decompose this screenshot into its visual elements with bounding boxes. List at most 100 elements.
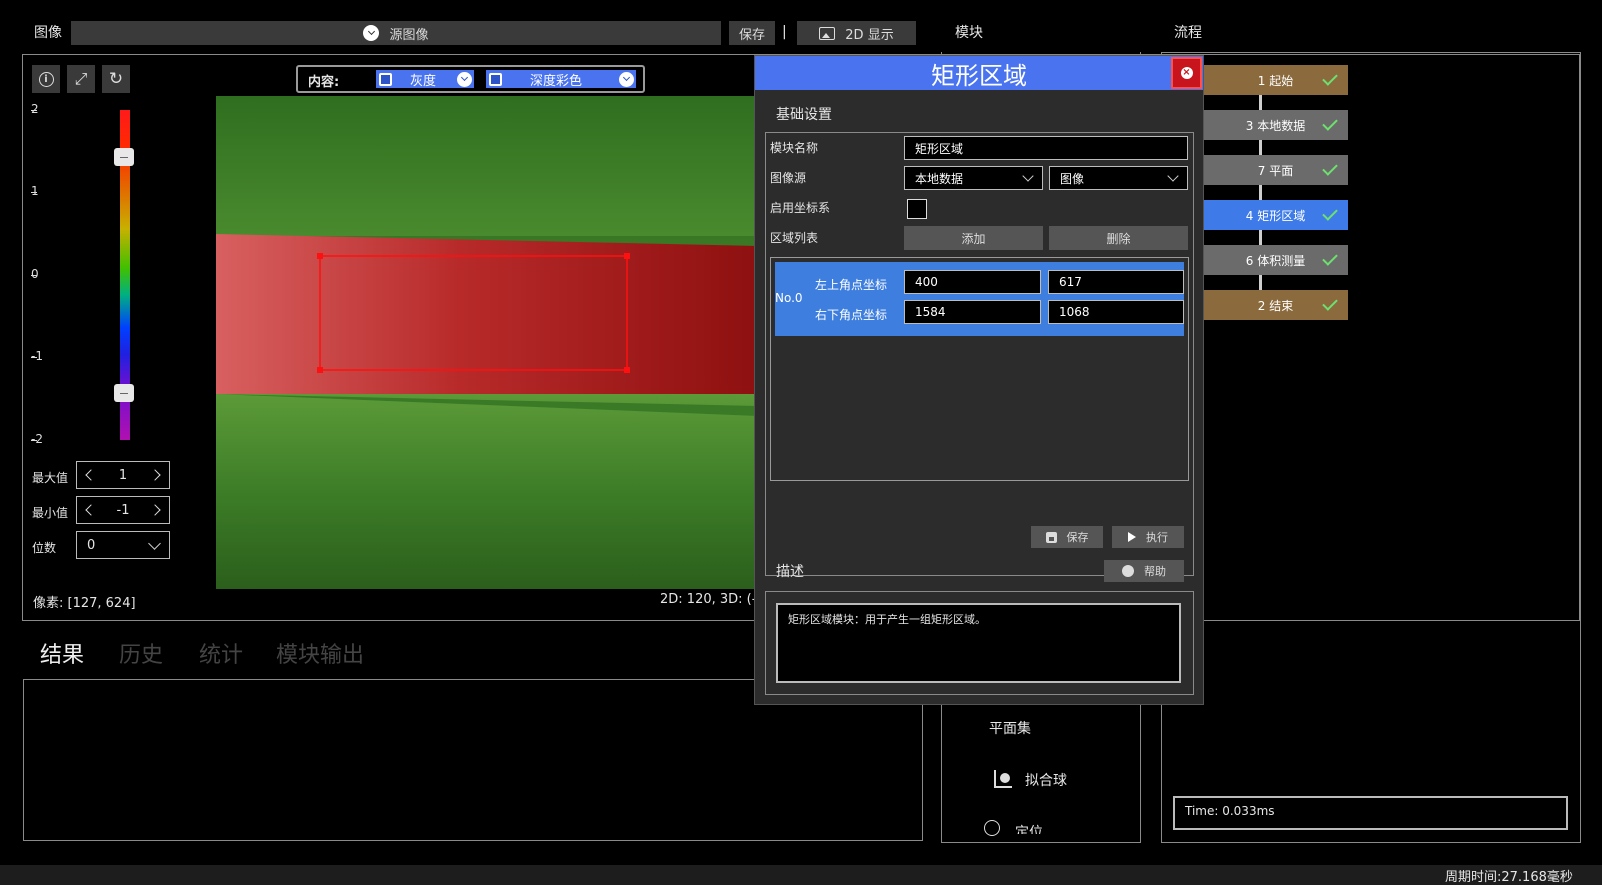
module-item-locate[interactable]: 定位 — [1015, 822, 1043, 834]
flow-panel-header: 流程 — [1174, 25, 1202, 41]
scale-tick: 2 — [31, 102, 39, 116]
image-icon — [819, 26, 836, 40]
digits-select[interactable]: 0 — [76, 531, 170, 559]
tab-module-output[interactable]: 模块输出 — [276, 637, 364, 669]
dialog-title-bar[interactable]: 矩形区域 — [755, 56, 1203, 90]
scale-upper-handle[interactable] — [114, 148, 134, 166]
depth-image-canvas[interactable] — [216, 96, 758, 589]
scale-tick: -2 — [31, 432, 43, 446]
chevron-down-icon — [1022, 170, 1034, 182]
depth-checkbox[interactable] — [489, 72, 502, 86]
min-value[interactable]: -1 — [117, 503, 130, 518]
desc-text: 矩形区域模块：用于产生一组矩形区域。 — [788, 613, 986, 626]
desc-label: 描述 — [776, 564, 804, 580]
sphere-fit-icon — [994, 770, 1012, 788]
module-name-field[interactable]: 矩形区域 — [904, 136, 1188, 160]
toolbar-save-button[interactable]: 保存 — [729, 21, 775, 45]
bottom-right-label: 右下角点坐标 — [815, 308, 888, 322]
image-label: 图像 — [34, 25, 62, 41]
depth-image — [216, 96, 758, 589]
top-left-x-field[interactable]: 400 — [904, 270, 1041, 294]
module-item-plane-set[interactable]: 平面集 — [989, 718, 1031, 738]
flow-node-start[interactable]: 1 起始 — [1203, 65, 1348, 95]
increment-icon[interactable] — [149, 504, 161, 516]
check-icon — [1322, 295, 1338, 311]
dialog-run-button[interactable]: 执行 — [1112, 526, 1184, 548]
flow-node-rect-region[interactable]: 4 矩形区域 — [1203, 200, 1348, 230]
check-icon — [1322, 115, 1338, 131]
tab-statistics[interactable]: 统计 — [199, 637, 243, 669]
check-icon — [1322, 160, 1338, 176]
delete-region-button[interactable]: 删除 — [1049, 226, 1188, 250]
top-left-label: 左上角点坐标 — [815, 278, 888, 292]
fit-view-button[interactable]: ⤢ — [67, 65, 95, 93]
flow-node-volume[interactable]: 6 体积测量 — [1203, 245, 1348, 275]
max-stepper[interactable]: 1 — [76, 461, 170, 489]
image-source-select[interactable]: 本地数据 — [904, 166, 1043, 190]
digits-value: 0 — [87, 537, 96, 553]
close-icon: × — [1180, 67, 1193, 79]
check-icon — [1322, 70, 1338, 86]
decrement-icon[interactable] — [85, 469, 97, 481]
gray-label: 灰度 — [410, 73, 437, 89]
source-image-dropdown[interactable]: 源图像 — [71, 21, 721, 45]
dialog-title: 矩形区域 — [931, 61, 1027, 90]
region-index: No.0 — [775, 291, 803, 305]
dialog-save-button[interactable]: 保存 — [1031, 526, 1103, 548]
chevron-down-icon[interactable] — [457, 71, 472, 87]
scale-lower-handle[interactable] — [114, 384, 134, 402]
expand-icon: ⤢ — [74, 69, 88, 88]
region-row[interactable]: No.0 左上角点坐标 右下角点坐标 400 617 1584 1068 — [775, 262, 1184, 336]
module-item-fit-sphere[interactable]: 拟合球 — [1025, 770, 1067, 790]
status-bar — [0, 865, 1602, 885]
desc-text-area[interactable]: 矩形区域模块：用于产生一组矩形区域。 — [776, 603, 1181, 683]
tab-result[interactable]: 结果 — [40, 637, 84, 669]
decrement-icon[interactable] — [85, 504, 97, 516]
locate-icon — [984, 820, 1000, 836]
display-mode-label: 2D 显示 — [845, 27, 894, 43]
bottom-right-x-field[interactable]: 1584 — [904, 300, 1041, 324]
max-label: 最大值 — [32, 471, 69, 485]
chevron-down-icon[interactable] — [619, 71, 634, 87]
image-source-select-2[interactable]: 图像 — [1049, 166, 1188, 190]
scale-tick: -1 — [31, 349, 43, 363]
gray-toggle[interactable]: 灰度 — [376, 70, 474, 89]
max-value[interactable]: 1 — [119, 468, 127, 483]
dialog-close-button[interactable]: × — [1171, 57, 1202, 89]
content-selector: 内容: 灰度 深度彩色 — [296, 65, 645, 93]
min-stepper[interactable]: -1 — [76, 496, 170, 524]
display-mode-button[interactable]: 2D 显示 — [797, 21, 916, 45]
depth-color-toggle[interactable]: 深度彩色 — [486, 70, 636, 89]
top-left-y-field[interactable]: 617 — [1048, 270, 1184, 294]
source-image-label: 源图像 — [389, 27, 429, 43]
check-icon — [1322, 205, 1338, 221]
region-list-label: 区域列表 — [770, 231, 819, 245]
add-region-button[interactable]: 添加 — [904, 226, 1043, 250]
refresh-icon: ↻ — [108, 68, 124, 89]
gray-checkbox[interactable] — [379, 72, 392, 86]
globe-icon — [1122, 565, 1134, 577]
flow-node-end[interactable]: 2 结束 — [1203, 290, 1348, 320]
rect-region-dialog: 矩形区域 × 基础设置 模块名称 矩形区域 图像源 本地数据 图像 启用坐标系 … — [754, 55, 1204, 705]
tab-history[interactable]: 历史 — [119, 637, 163, 669]
flow-node-plane[interactable]: 7 平面 — [1203, 155, 1348, 185]
flow-node-local-data[interactable]: 3 本地数据 — [1203, 110, 1348, 140]
scale-tick: 1 — [31, 184, 39, 198]
time-box: Time: 0.033ms — [1173, 796, 1568, 830]
coord-sys-label: 启用坐标系 — [770, 201, 831, 215]
save-icon — [1045, 531, 1057, 543]
play-icon — [1128, 532, 1136, 542]
help-button[interactable]: 帮助 — [1104, 560, 1184, 582]
info-button[interactable]: i — [32, 65, 60, 93]
coord-readout: 2D: 120, 3D: (- — [660, 592, 757, 607]
refresh-button[interactable]: ↻ — [102, 65, 130, 93]
module-name-label: 模块名称 — [770, 141, 819, 155]
increment-icon[interactable] — [149, 469, 161, 481]
toolbar-separator: | — [782, 24, 787, 40]
image-source-label: 图像源 — [770, 171, 807, 185]
bottom-right-y-field[interactable]: 1068 — [1048, 300, 1184, 324]
info-icon: i — [38, 71, 54, 87]
module-panel-header: 模块 — [955, 25, 983, 41]
coord-sys-checkbox[interactable] — [907, 199, 927, 219]
cycle-time: 周期时间:27.168毫秒 — [1445, 870, 1573, 885]
